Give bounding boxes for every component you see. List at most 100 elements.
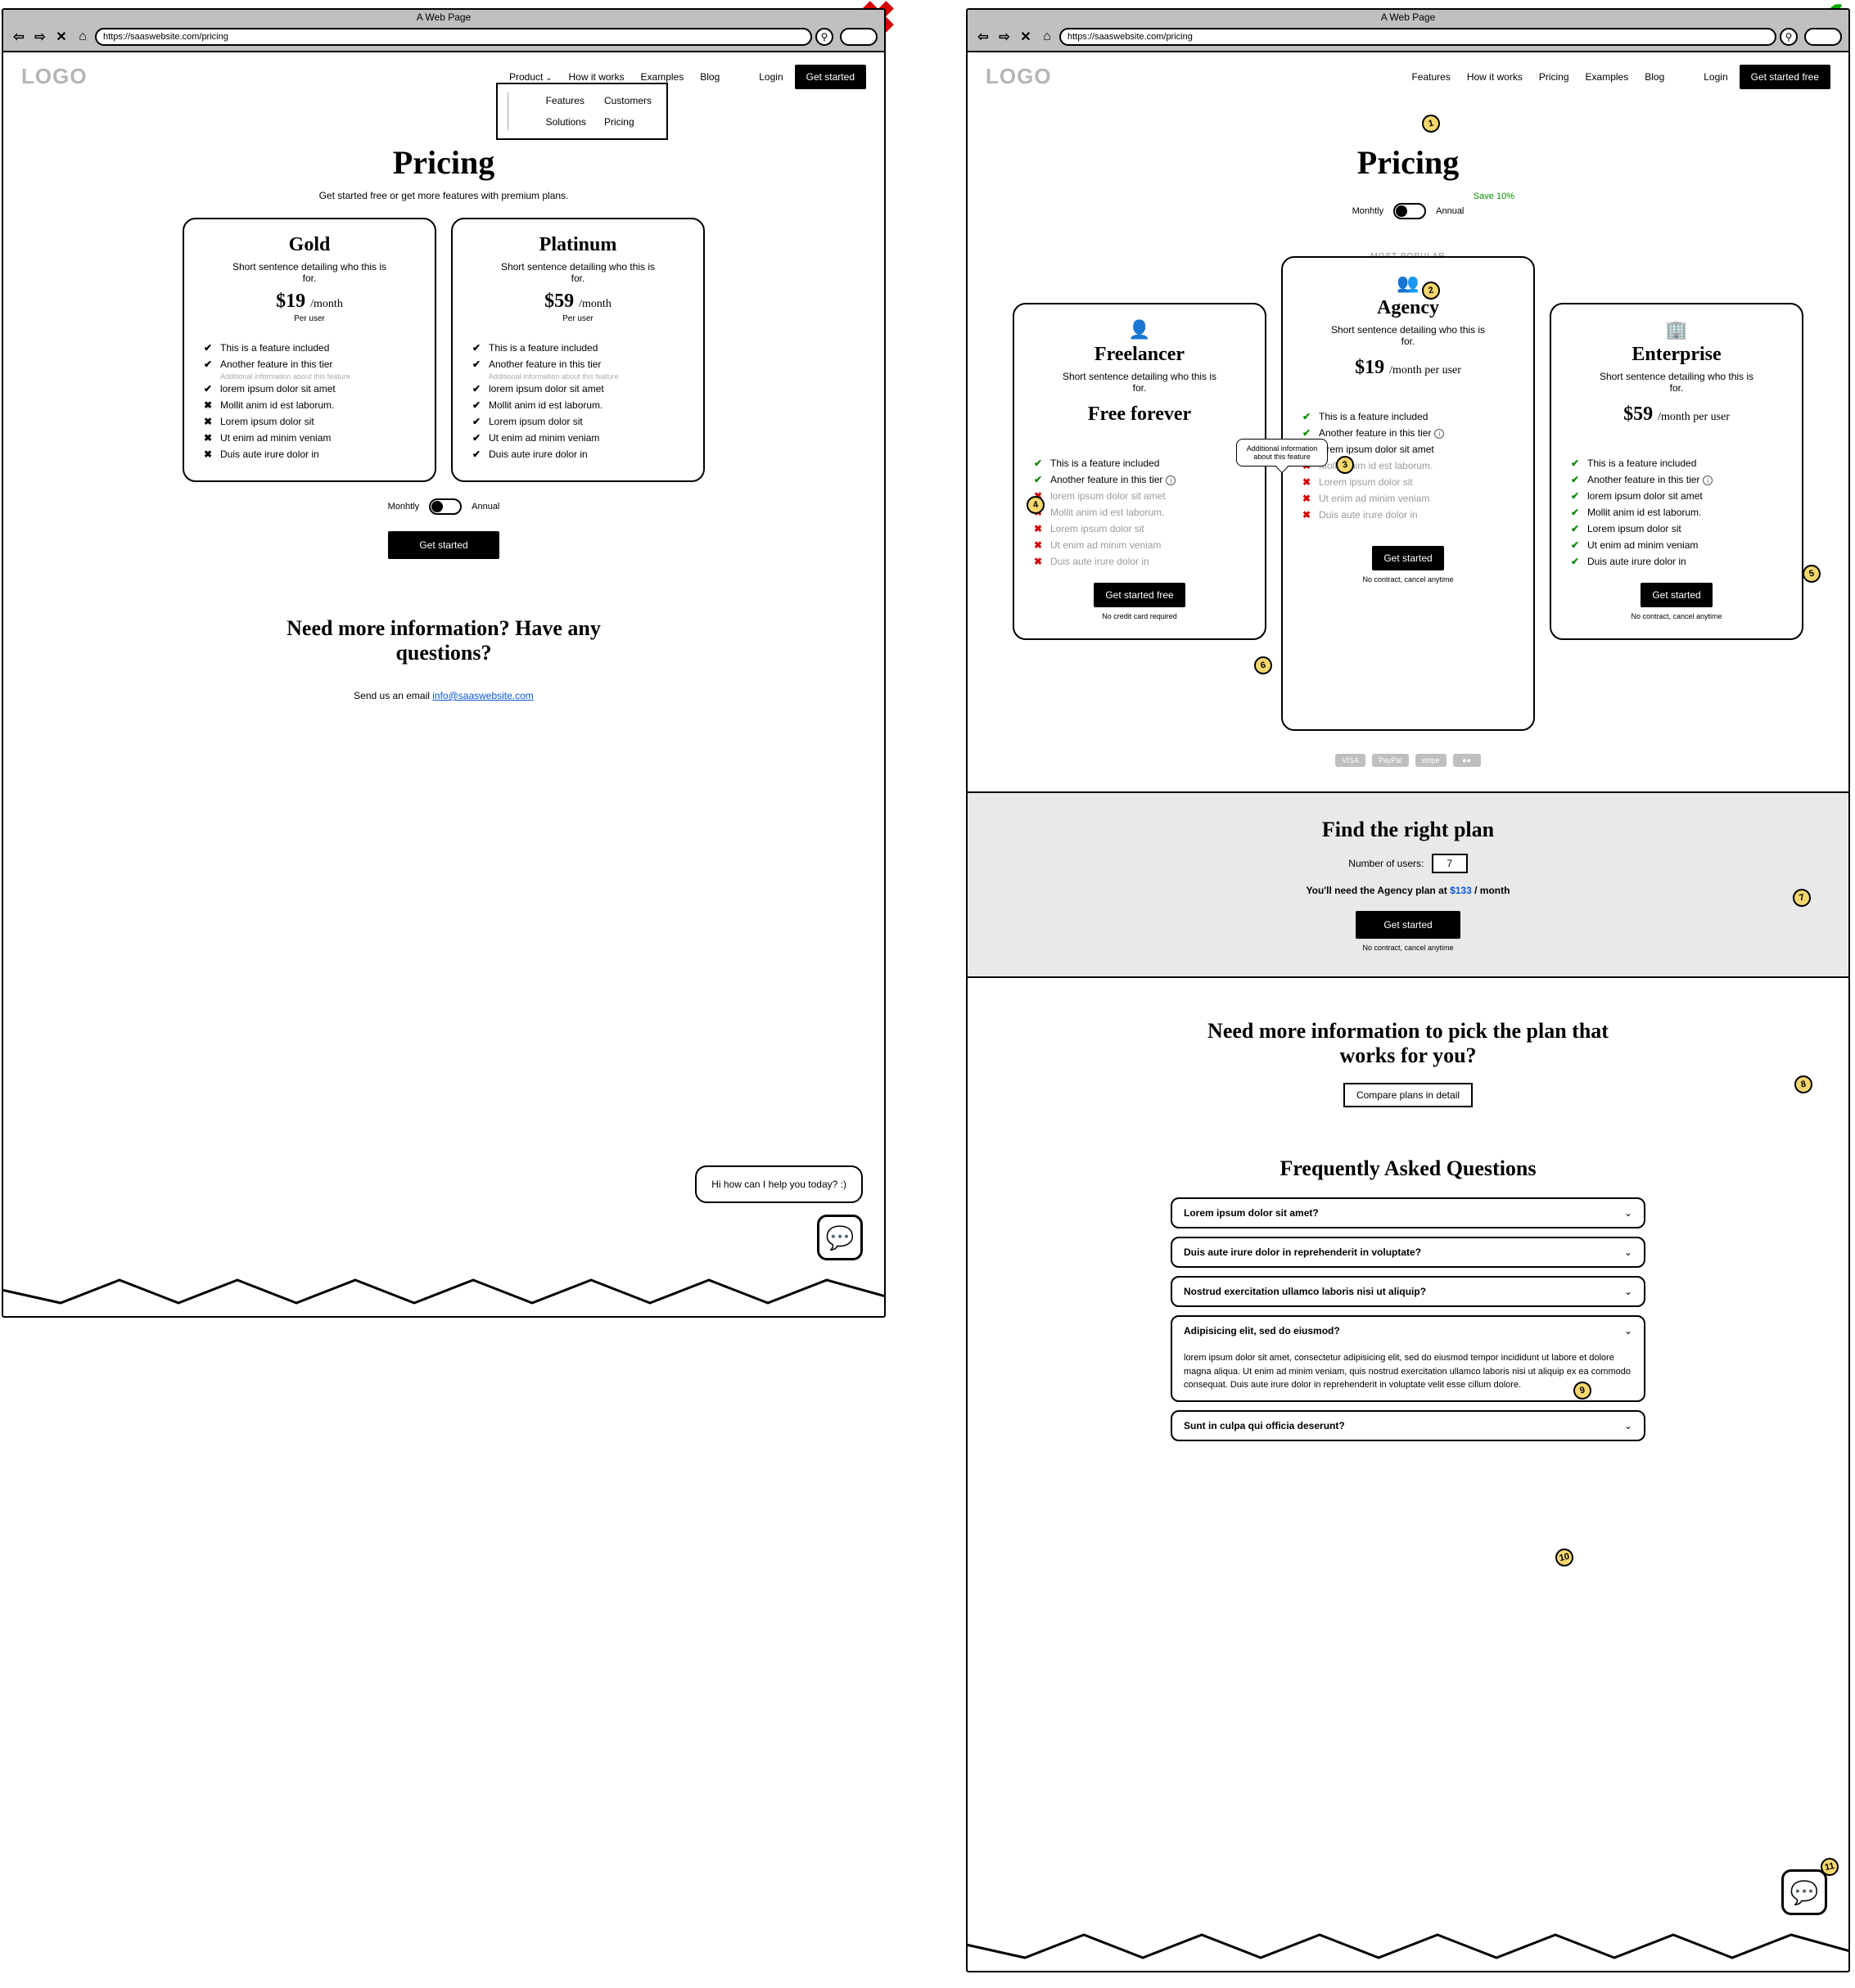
users-input[interactable] (1432, 854, 1468, 873)
plan-card-gold: Gold Short sentence detailing who this i… (183, 218, 436, 482)
url-bar[interactable]: https://saaswebsite.com/pricing (95, 28, 812, 46)
email-link[interactable]: info@saaswebsite.com (432, 690, 534, 701)
plan-note: No credit card required (1034, 612, 1245, 620)
toggle-switch[interactable] (1393, 203, 1426, 219)
faq-item[interactable]: Nostrud exercitation ullamco laboris nis… (1171, 1276, 1645, 1307)
plan-card-enterprise: 🏢 Enterprise Short sentence detailing wh… (1550, 303, 1803, 640)
nav-login[interactable]: Login (1699, 69, 1732, 85)
feature-item: ✔This is a feature included (1302, 408, 1514, 425)
plan-cta[interactable]: Get started (1641, 583, 1712, 607)
finder-result: You'll need the Agency plan at $133 / mo… (1000, 885, 1816, 896)
plan-features: ✔This is a feature included✔Another feat… (1034, 455, 1245, 570)
chat-icon: 💬 (1790, 1879, 1819, 1906)
plan-name: Gold (204, 234, 415, 256)
faq-item[interactable]: Duis aute irure dolor in reprehenderit i… (1171, 1237, 1645, 1268)
nav-cta[interactable]: Get started free (1740, 65, 1830, 89)
faq-item[interactable]: Sunt in culpa qui officia deserunt?⌄ (1171, 1410, 1645, 1441)
pay-stripe: stripe (1415, 754, 1447, 767)
chevron-down-icon: ⌄ (1624, 1325, 1632, 1337)
plan-per: Per user (204, 314, 415, 323)
feature-item: ✖Mollit anim id est laborum. (1302, 458, 1514, 474)
cross-icon: ✖ (204, 416, 214, 427)
plan-price: Free forever (1034, 403, 1245, 426)
chevron-down-icon: ⌄ (1624, 1207, 1632, 1219)
back-icon[interactable]: ⇦ (974, 29, 992, 45)
toggle-monthly: Monhtly (1352, 206, 1384, 216)
faq-item[interactable]: Lorem ipsum dolor sit amet?⌄ (1171, 1197, 1645, 1228)
plan-price: $59 /month per user (1571, 403, 1782, 426)
check-icon: ✔ (1034, 458, 1044, 469)
chat-fab[interactable]: 💬 (817, 1215, 863, 1260)
back-icon[interactable]: ⇦ (10, 29, 28, 45)
plan-price: $19 /month per user (1302, 357, 1514, 379)
page-title: Pricing (968, 143, 1848, 182)
forward-icon[interactable]: ⇨ (31, 29, 49, 45)
home-icon[interactable]: ⌂ (1038, 29, 1056, 45)
plan-note: No contract, cancel anytime (1571, 612, 1782, 620)
info-icon[interactable]: i (1166, 476, 1176, 485)
finder-note: No contract, cancel anytime (1000, 944, 1816, 952)
check-icon: ✔ (1571, 523, 1581, 534)
nav-blog[interactable]: Blog (695, 69, 724, 85)
feature-item: ✔lorem ipsum dolor sit amet (204, 381, 415, 397)
window-title: A Web Page (3, 10, 884, 25)
close-icon[interactable]: ✕ (52, 29, 70, 45)
chat-prompt: Hi how can I help you today? :) (695, 1165, 863, 1203)
feature-item: ✖Ut enim ad minim veniam (1302, 490, 1514, 507)
check-icon: ✔ (472, 399, 482, 411)
finder-cta[interactable]: Get started (1356, 911, 1460, 939)
dd-pricing[interactable]: Pricing (599, 114, 657, 130)
home-icon[interactable]: ⌂ (74, 29, 92, 45)
dd-features[interactable]: Features (541, 92, 591, 109)
browser-chrome: A Web Page ⇦ ⇨ ✕ ⌂ https://saaswebsite.c… (968, 10, 1848, 52)
dd-customers[interactable]: Customers (599, 92, 657, 109)
compare-section: Need more information to pick the plan t… (968, 978, 1848, 1132)
feature-item: ✔This is a feature included (472, 340, 684, 356)
main-cta[interactable]: Get started (388, 531, 499, 559)
nav-pricing[interactable]: Pricing (1534, 69, 1574, 85)
check-icon: ✔ (1571, 507, 1581, 518)
dd-solutions[interactable]: Solutions (541, 114, 591, 130)
toggle-annual: Annual (472, 502, 499, 512)
nav-cta[interactable]: Get started (795, 65, 866, 89)
check-icon: ✔ (1571, 490, 1581, 502)
cross-icon: ✖ (204, 432, 214, 444)
feature-item: ✔This is a feature included (1034, 455, 1245, 471)
top-nav: LOGO Product Features Customers Solution… (3, 52, 884, 94)
plan-features: ✔This is a feature included✔Another feat… (472, 340, 684, 462)
close-icon[interactable]: ✕ (1017, 29, 1035, 45)
cross-icon: ✖ (204, 449, 214, 460)
feature-item: ✔Duis aute irure dolor in (472, 446, 684, 462)
info-icon[interactable]: i (1434, 429, 1444, 439)
url-bar[interactable]: https://saaswebsite.com/pricing (1059, 28, 1776, 46)
chat-fab[interactable]: 💬 (1781, 1869, 1827, 1915)
logo: LOGO (21, 64, 88, 89)
feature-item: ✔Ut enim ad minim veniam (1571, 537, 1782, 553)
forward-icon[interactable]: ⇨ (995, 29, 1013, 45)
plan-card-platinum: Platinum Short sentence detailing who th… (451, 218, 705, 482)
plan-cta[interactable]: Get started (1372, 546, 1443, 570)
plan-finder: Find the right plan Number of users: You… (968, 791, 1848, 978)
feature-item: ✔Mollit anim id est laborum. (472, 397, 684, 413)
toggle-switch[interactable] (429, 498, 462, 515)
plan-col-enterprise: 🏢 Enterprise Short sentence detailing wh… (1550, 252, 1803, 640)
loader-pill (840, 28, 878, 46)
feature-item: ✔Another feature in this tieri (1571, 471, 1782, 488)
loader-pill (1804, 28, 1842, 46)
nav-examples[interactable]: Examples (1581, 69, 1634, 85)
plan-desc: Short sentence detailing who this is for… (1326, 324, 1490, 347)
search-icon[interactable]: ⚲ (1780, 28, 1798, 46)
plan-cta[interactable]: Get started free (1094, 583, 1185, 607)
feature-item: ✖Lorem ipsum dolor sit (204, 413, 415, 430)
search-icon[interactable]: ⚲ (815, 28, 833, 46)
logo: LOGO (986, 64, 1052, 89)
info-icon[interactable]: i (1703, 476, 1713, 485)
feature-item: ✖Lorem ipsum dolor sit (1034, 521, 1245, 537)
feature-item: ✔lorem ipsum dolor sit amet (1571, 488, 1782, 504)
nav-login[interactable]: Login (754, 69, 788, 85)
nav-blog[interactable]: Blog (1640, 69, 1669, 85)
faq-heading: Frequently Asked Questions (1000, 1156, 1816, 1181)
compare-button[interactable]: Compare plans in detail (1343, 1083, 1473, 1107)
nav-how[interactable]: How it works (1462, 69, 1528, 85)
nav-features[interactable]: Features (1406, 69, 1455, 85)
